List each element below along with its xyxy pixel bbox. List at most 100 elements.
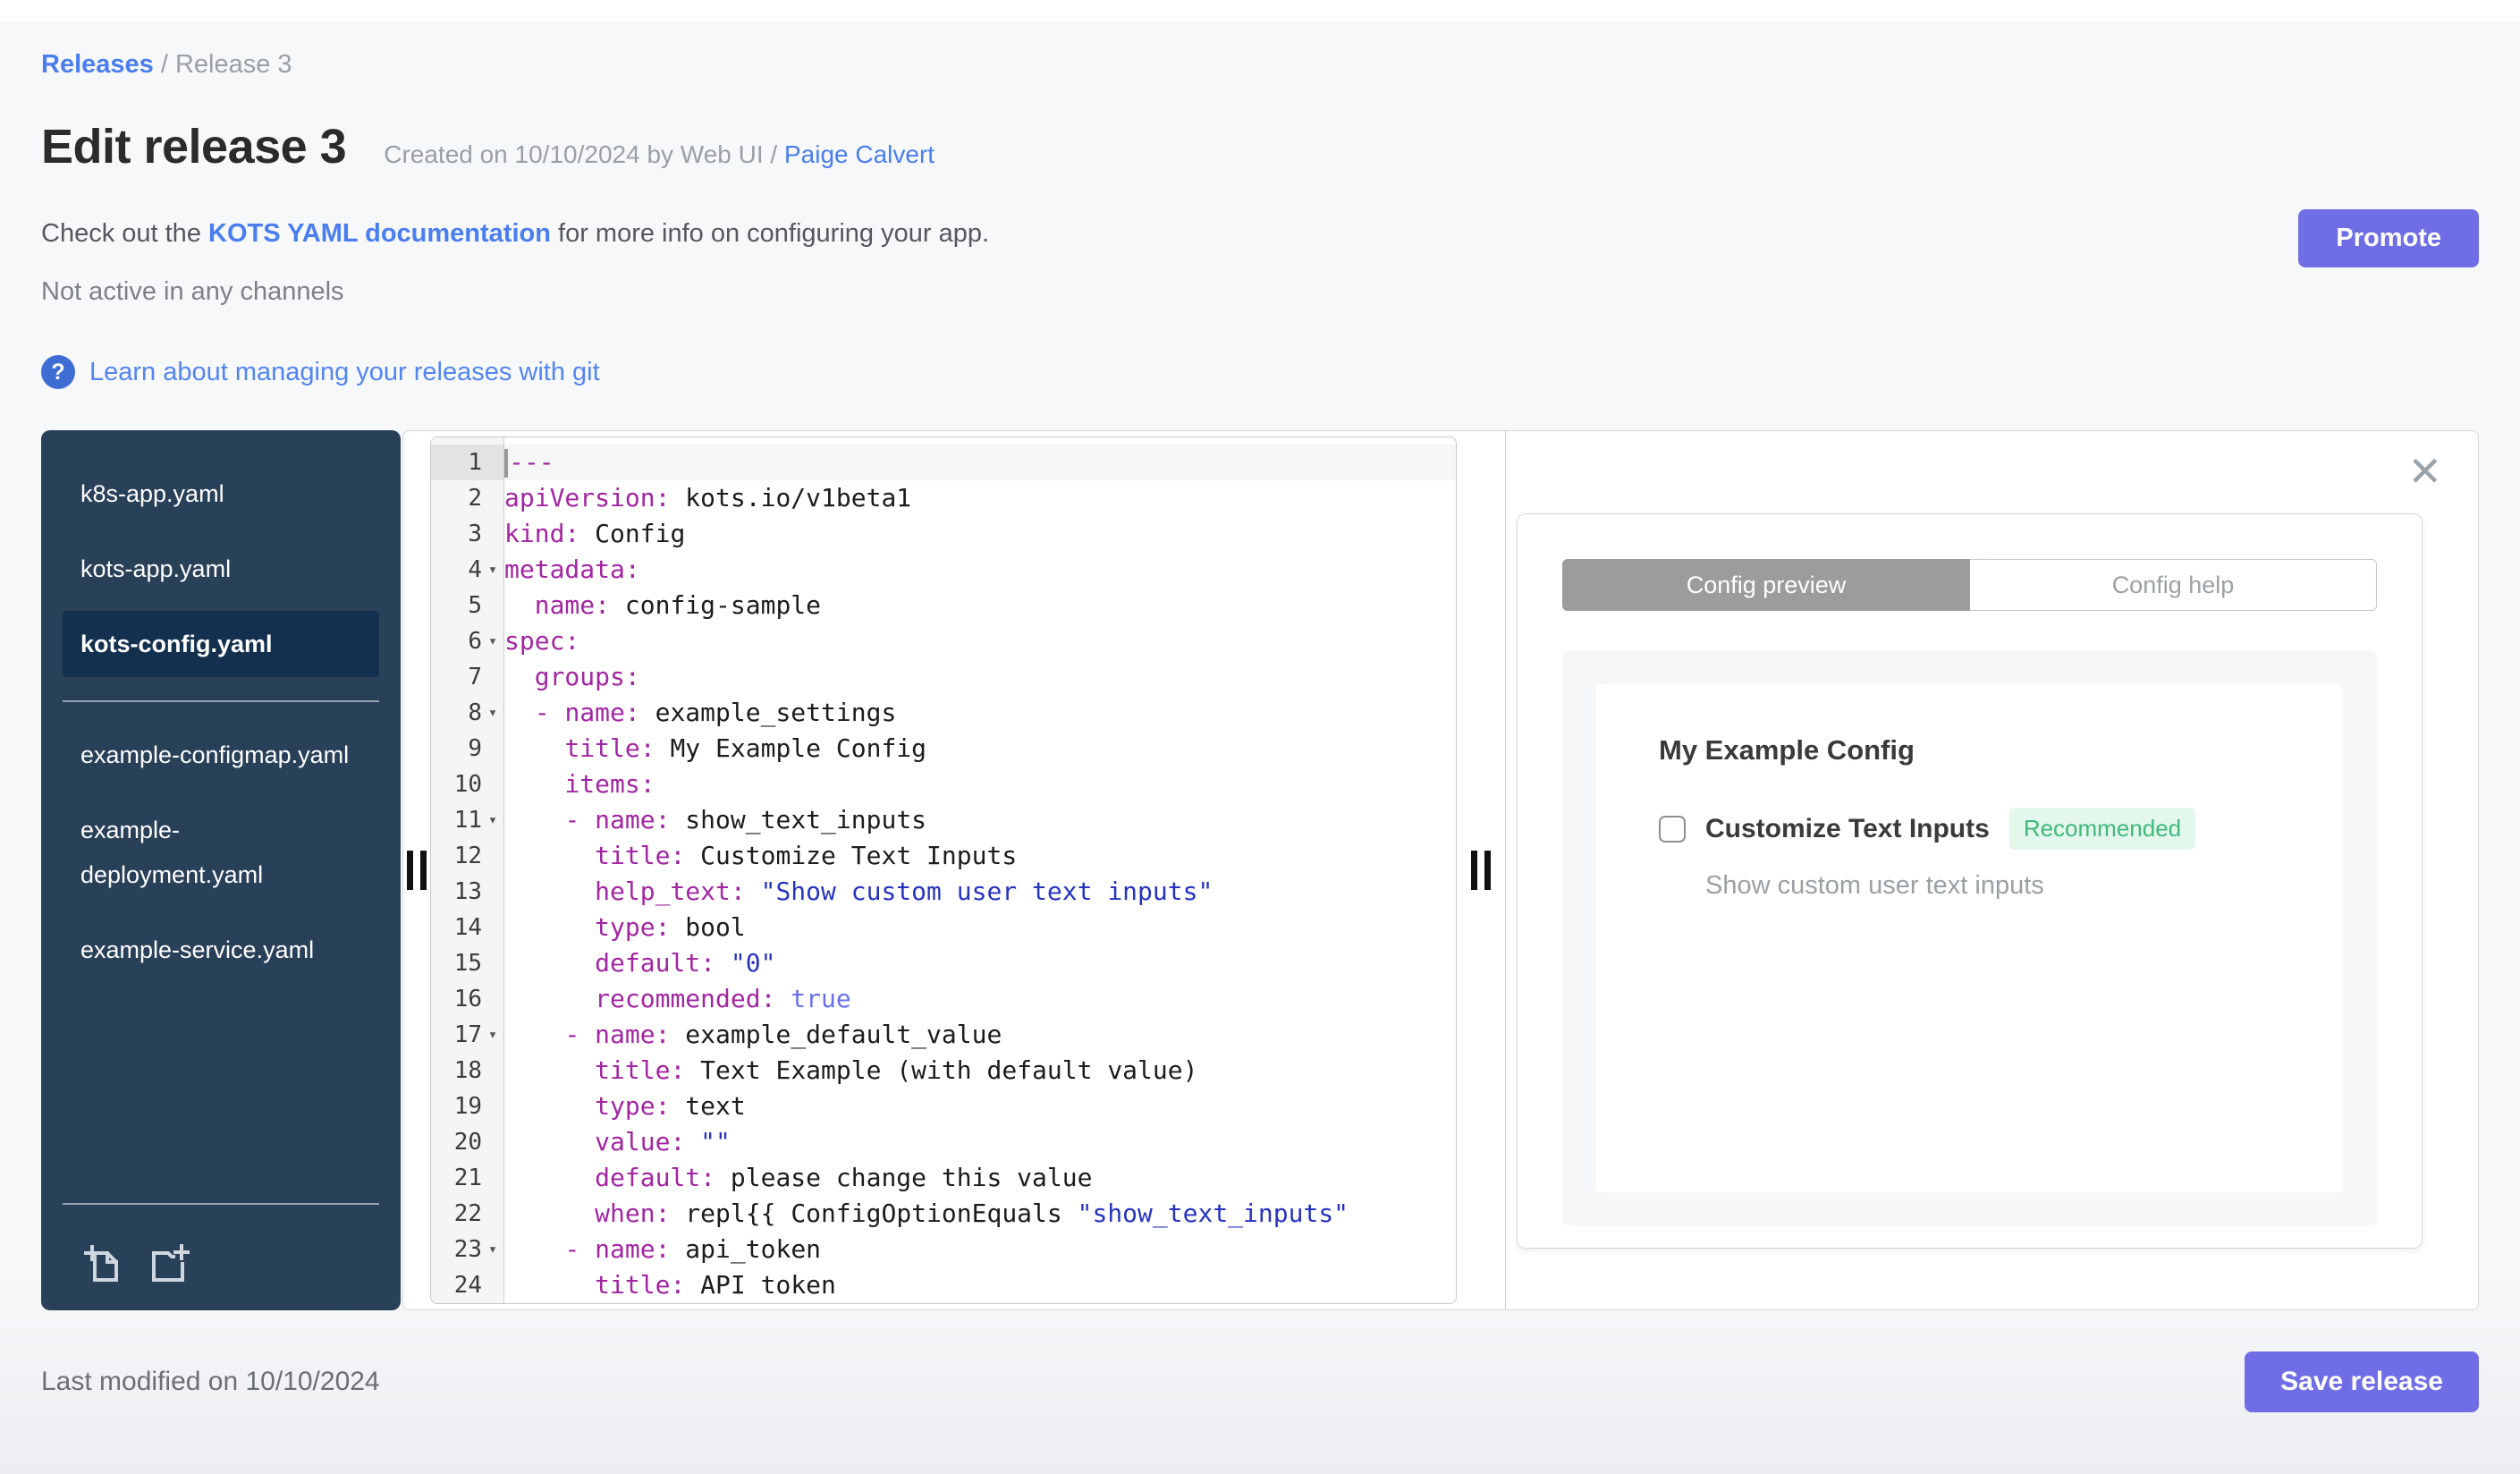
resize-bar [1484,851,1491,890]
tab-config-help[interactable]: Config help [1970,559,2377,611]
code-line-12[interactable]: title: Customize Text Inputs [504,838,1456,874]
code-line-5[interactable]: name: config-sample [504,588,1456,623]
config-preview-panel: ✕ Config preview Config help My Example C… [1505,431,2478,1309]
code-line-9[interactable]: title: My Example Config [504,731,1456,767]
code-line-20[interactable]: value: "" [504,1124,1456,1160]
gutter-line-15: 15 [431,945,503,981]
breadcrumb: Releases / Release 3 [41,50,2479,80]
line-number: 23 [453,1236,482,1263]
config-item-help-text: Show custom user text inputs [1705,871,2044,900]
code-line-22[interactable]: when: repl{{ ConfigOptionEquals "show_te… [504,1196,1456,1232]
line-number: 3 [468,521,482,547]
close-icon[interactable]: ✕ [2407,451,2442,492]
gutter-line-21: 21 [431,1160,503,1196]
line-number: 5 [468,592,482,619]
save-release-button[interactable]: Save release [2245,1351,2479,1412]
sidebar-file-kots-config-yaml[interactable]: kots-config.yaml [63,611,379,677]
sidebar-file-example-configmap-yaml[interactable]: example-configmap.yaml [63,722,379,788]
gutter-line-23: 23 ▾ [431,1232,503,1267]
sidebar-actions [41,1224,401,1285]
sidebar-file-example-deployment-yaml[interactable]: example-deployment.yaml [63,797,379,908]
gutter-line-1: 1 [431,445,503,480]
line-number: 17 [453,1021,482,1048]
gutter-line-13: 13 [431,874,503,910]
config-card: My Example Config Customize Text Inputs … [1596,684,2343,1192]
code-line-4[interactable]: metadata: [504,552,1456,588]
code-line-8[interactable]: - name: example_settings [504,695,1456,731]
gutter-line-9: 9 [431,731,503,767]
resize-bar [1471,851,1477,890]
code-line-19[interactable]: type: text [504,1089,1456,1124]
config-item-label: Customize Text Inputs [1705,813,1990,843]
line-number: 10 [453,771,482,798]
created-author-link[interactable]: Paige Calvert [784,140,934,168]
add-folder-icon[interactable] [147,1242,190,1285]
gutter-line-19: 19 [431,1089,503,1124]
text-cursor [504,449,508,478]
fold-arrow-icon[interactable]: ▾ [482,811,503,829]
code-line-7[interactable]: groups: [504,659,1456,695]
code-line-2[interactable]: apiVersion: kots.io/v1beta1 [504,480,1456,516]
file-list-top: k8s-app.yaml kots-app.yaml kots-config.yam… [41,461,401,686]
channel-status: Not active in any channels [41,277,344,306]
code-line-10[interactable]: items: [504,767,1456,802]
editor-code[interactable]: --- apiVersion: kots.io/v1beta1 kind: Conf… [504,437,1456,1303]
editor-gutter: 1 2 3 4 ▾ 5 6 ▾ 7 8 ▾ 9 10 11 ▾ 12 13 14 15 16 17 ▾ 18 19 20 21 22… [431,437,504,1303]
docs-line: Check out the KOTS YAML documentation fo… [41,219,2479,249]
line-number: 2 [468,485,482,512]
gutter-line-2: 2 [431,480,503,516]
gutter-line-20: 20 [431,1124,503,1160]
fold-arrow-icon[interactable]: ▾ [482,704,503,722]
add-file-icon[interactable] [80,1242,123,1285]
fold-arrow-icon[interactable]: ▾ [482,632,503,650]
sidebar-file-kots-app-yaml[interactable]: kots-app.yaml [63,536,379,602]
line-number: 24 [453,1272,482,1299]
yaml-editor[interactable]: 1 2 3 4 ▾ 5 6 ▾ 7 8 ▾ 9 10 11 ▾ 12 13 14 15 16 17 ▾ 18 19 20 21 22… [430,436,1457,1304]
code-line-21[interactable]: default: please change this value [504,1160,1456,1196]
fold-arrow-icon[interactable]: ▾ [482,561,503,579]
preview-card: Config preview Config help My Example Con… [1517,513,2423,1249]
sidebar-resize-handle[interactable] [403,431,430,1309]
sidebar-file-k8s-app-yaml[interactable]: k8s-app.yaml [63,461,379,527]
code-line-11[interactable]: - name: show_text_inputs [504,802,1456,838]
code-line-24[interactable]: title: API token [504,1267,1456,1303]
sidebar-bottom-divider [63,1203,379,1205]
promote-button[interactable]: Promote [2298,209,2479,267]
code-line-14[interactable]: type: bool [504,910,1456,945]
git-releases-link[interactable]: Learn about managing your releases with … [89,358,600,387]
line-number: 18 [453,1057,482,1084]
question-mark-icon: ? [41,355,75,389]
breadcrumb-releases-link[interactable]: Releases [41,50,154,79]
fold-arrow-icon[interactable]: ▾ [482,1241,503,1258]
tab-config-preview[interactable]: Config preview [1562,559,1970,611]
line-number: 20 [453,1129,482,1156]
code-line-16[interactable]: recommended: true [504,981,1456,1017]
code-line-6[interactable]: spec: [504,623,1456,659]
code-line-1[interactable]: --- [504,445,1456,480]
gutter-line-14: 14 [431,910,503,945]
gutter-line-4: 4 ▾ [431,552,503,588]
code-line-15[interactable]: default: "0" [504,945,1456,981]
breadcrumb-current: Release 3 [174,50,292,79]
gutter-line-16: 16 [431,981,503,1017]
line-number: 13 [453,878,482,905]
line-number: 15 [453,950,482,977]
code-line-3[interactable]: kind: Config [504,516,1456,552]
gutter-line-22: 22 [431,1196,503,1232]
footer-row: Last modified on 10/10/2024 Save release [41,1351,2479,1412]
gutter-line-3: 3 [431,516,503,552]
gutter-line-17: 17 ▾ [431,1017,503,1053]
code-line-23[interactable]: - name: api_token [504,1232,1456,1267]
editor-resize-handle[interactable] [1457,431,1505,1309]
code-line-18[interactable]: title: Text Example (with default value) [504,1053,1456,1089]
code-line-13[interactable]: help_text: "Show custom user text inputs… [504,874,1456,910]
customize-text-inputs-checkbox[interactable] [1659,815,1686,843]
gutter-line-25: 25 [431,1303,503,1304]
resize-bar [420,851,427,890]
code-line-17[interactable]: - name: example_default_value [504,1017,1456,1053]
gutter-line-7: 7 [431,659,503,695]
kots-yaml-docs-link[interactable]: KOTS YAML documentation [208,219,551,248]
sidebar-file-example-service-yaml[interactable]: example-service.yaml [63,917,379,983]
fold-arrow-icon[interactable]: ▾ [482,1026,503,1044]
